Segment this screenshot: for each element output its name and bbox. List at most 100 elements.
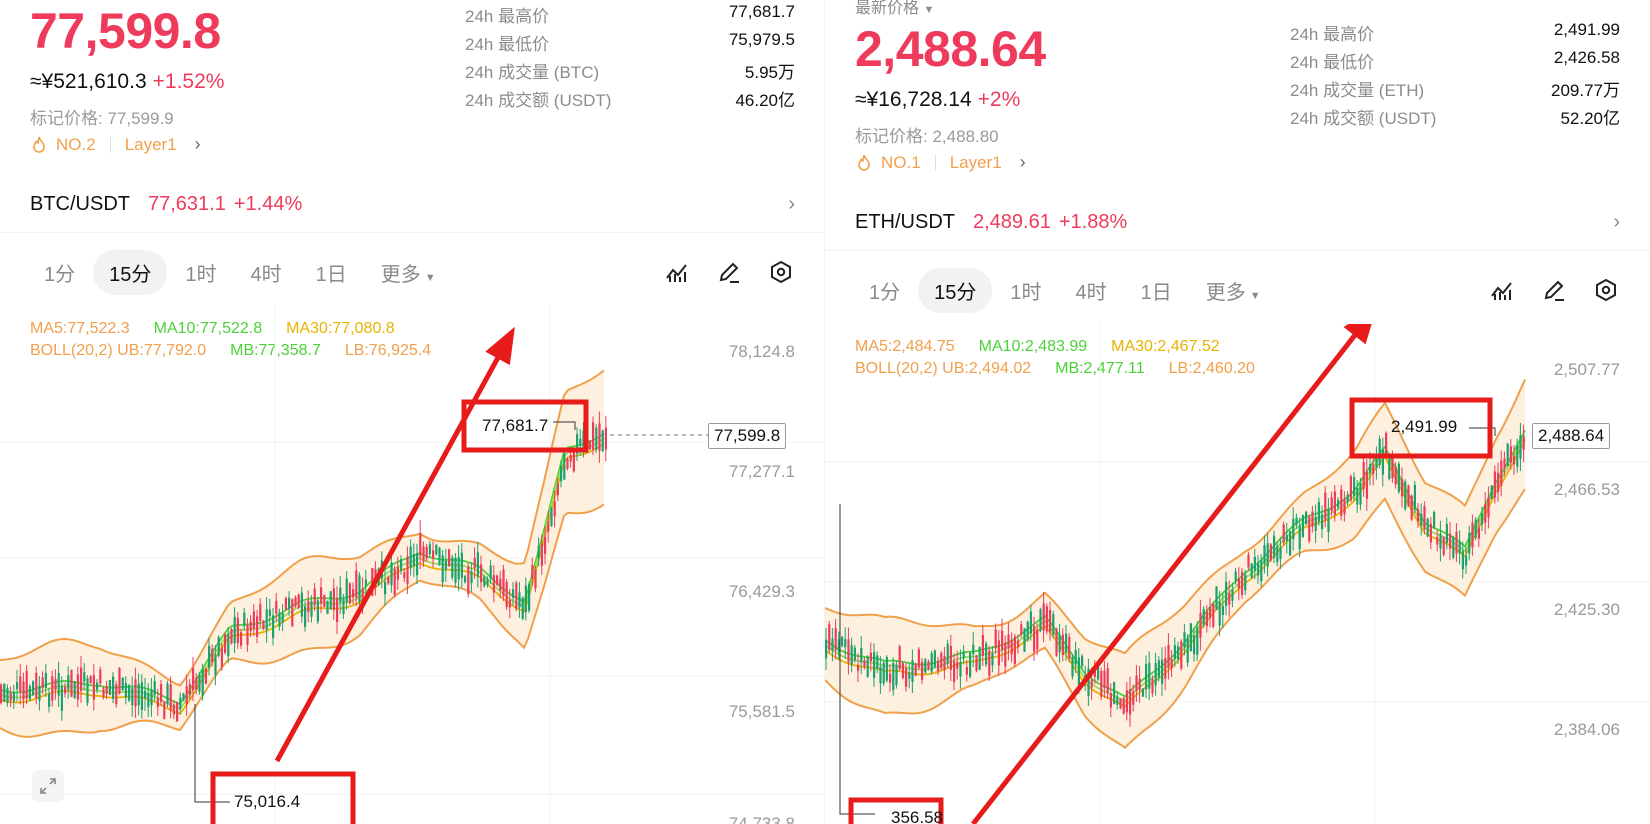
draw-pencil-icon[interactable] (1540, 276, 1568, 304)
settings-hex-icon[interactable] (1592, 276, 1620, 304)
candle-body (342, 598, 345, 615)
candle-body (412, 553, 415, 567)
stat-row-turnover: 24h 成交额 (USDT) 46.20亿 (465, 86, 795, 110)
candle-body (1250, 563, 1253, 578)
low-price-label: 75,016.4 (234, 792, 301, 811)
candle-body (390, 562, 393, 586)
candle-body (1186, 638, 1189, 663)
candle-body (895, 664, 898, 685)
candle-body (144, 690, 147, 699)
candle-body (1333, 491, 1336, 515)
candle-body (1353, 477, 1356, 497)
candle-body (1509, 446, 1512, 463)
candle-body (914, 663, 917, 676)
candle-body (1391, 455, 1394, 479)
candlestick-chart[interactable] (0, 304, 825, 824)
draw-pencil-icon[interactable] (715, 258, 743, 286)
indicator-icon[interactable] (663, 258, 691, 286)
mark-price: 标记价格: 77,599.9 (30, 109, 174, 128)
candle-body (1519, 435, 1522, 459)
candle-body (1013, 636, 1016, 665)
expand-icon[interactable] (32, 770, 64, 802)
candle-body (949, 645, 952, 670)
rank-row[interactable]: NO.1 Layer1 › (855, 152, 1026, 173)
candle-body (1487, 497, 1490, 518)
tab-4h[interactable]: 4时 (235, 250, 298, 295)
tab-1d[interactable]: 1日 (300, 250, 363, 295)
candle-body (499, 578, 502, 591)
candle-body (537, 545, 540, 559)
candle-body (1503, 458, 1506, 469)
category-tag[interactable]: Layer1 (125, 135, 177, 155)
candle-body (51, 676, 54, 701)
tab-1h[interactable]: 1时 (169, 250, 232, 295)
candle-body (1305, 511, 1308, 525)
pair-row[interactable]: BTC/USDT 77,631.1 +1.44% › (30, 188, 795, 220)
candle-body (1231, 589, 1234, 601)
candle-body (508, 599, 511, 608)
candle-body (502, 569, 505, 597)
candle-body (326, 600, 329, 614)
candle-body (329, 591, 332, 610)
candle-body (997, 640, 1000, 666)
tab-more[interactable]: 更多 ▼ (365, 250, 452, 295)
candle-body (163, 701, 166, 719)
current-price-tag: 2,488.64 (1532, 423, 1611, 449)
pair-change: +1.44% (233, 192, 303, 215)
rank-row[interactable]: NO.2 Layer1 › (30, 134, 201, 155)
tab-15m[interactable]: 15分 (93, 249, 168, 295)
candle-body (544, 536, 547, 554)
tab-1h[interactable]: 1时 (994, 268, 1057, 313)
candle-body (1205, 611, 1208, 627)
tab-1m[interactable]: 1分 (853, 268, 916, 313)
candle-body (358, 575, 361, 603)
y-axis-label: 74,733.8 (728, 814, 795, 824)
candle-body (73, 682, 76, 698)
candle-body (521, 597, 524, 619)
candle-body (9, 692, 12, 701)
candle-body (291, 599, 294, 627)
candle-body (57, 672, 60, 696)
indicator-icon[interactable] (1488, 276, 1516, 304)
tab-4h[interactable]: 4时 (1060, 268, 1123, 313)
stat-label: 24h 最低价 (1290, 53, 1375, 72)
settings-hex-icon[interactable] (767, 258, 795, 286)
candle-body (873, 651, 876, 679)
candle-body (1413, 484, 1416, 510)
candle-body (1497, 472, 1500, 493)
candle-body (252, 611, 255, 629)
candle-body (336, 598, 339, 623)
candle-body (1346, 494, 1349, 503)
candlestick-chart[interactable] (825, 324, 1650, 824)
tab-15m[interactable]: 15分 (918, 267, 993, 313)
candle-body (339, 587, 342, 603)
latest-price-label[interactable]: 最新价格 ▼ (855, 0, 934, 18)
candle-body (560, 466, 563, 482)
candle-body (406, 556, 409, 585)
candle-body (28, 686, 31, 700)
category-tag[interactable]: Layer1 (950, 153, 1002, 173)
pair-row[interactable]: ETH/USDT 2,489.61 +1.88% › (855, 206, 1620, 238)
candle-body (1180, 641, 1183, 669)
candle-body (1058, 634, 1061, 653)
tab-1d[interactable]: 1日 (1125, 268, 1188, 313)
candle-body (882, 662, 885, 684)
stat-row-low: 24h 最低价 75,979.5 (465, 30, 795, 54)
pair-name: BTC/USDT (30, 192, 130, 215)
candle-body (1442, 537, 1445, 555)
stat-value: 2,491.99 (1553, 20, 1620, 39)
annotation-arrow-line (971, 324, 1367, 824)
candle-body (1295, 517, 1298, 525)
tab-1m[interactable]: 1分 (28, 250, 91, 295)
candle-body (307, 600, 310, 613)
candle-body (80, 667, 83, 692)
candle-body (1321, 514, 1324, 530)
candle-body (1490, 485, 1493, 499)
candle-body (940, 652, 943, 669)
high-price-label: 2,491.99 (1391, 417, 1458, 436)
candle-body (1445, 524, 1448, 543)
candle-body (1167, 644, 1170, 668)
candle-body (1045, 606, 1048, 632)
tab-more[interactable]: 更多 ▼ (1190, 268, 1277, 313)
candle-body (12, 692, 15, 702)
